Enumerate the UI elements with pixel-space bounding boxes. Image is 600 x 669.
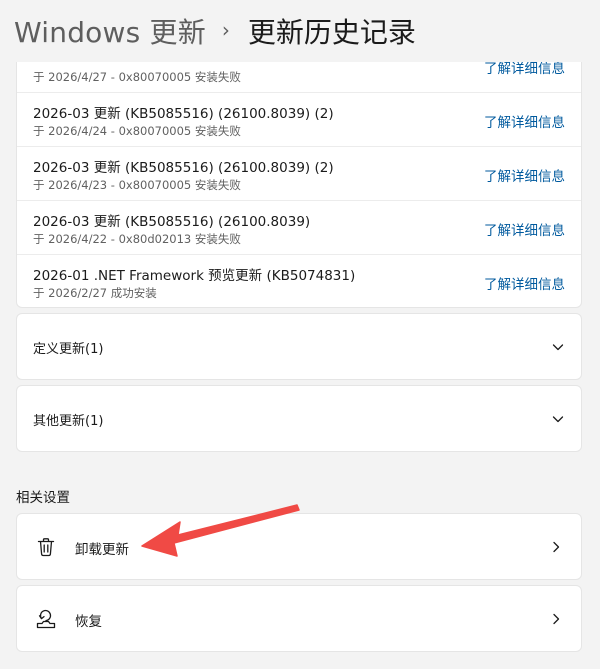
recovery-label: 恢复 [75,614,102,630]
other-updates-label: 其他更新(1) [33,414,104,429]
related-settings-title: 相关设置 [16,490,70,506]
history-item-title: 2026-03 更新 (KB5085516) (26100.8039) (2) [33,160,334,176]
chevron-right-icon [553,541,560,553]
other-updates-expander[interactable]: 其他更新(1) [16,385,582,452]
history-item-status: 于 2026/4/23 - 0x80070005 安装失败 [33,178,241,192]
learn-more-link[interactable]: 了解详细信息 [484,273,565,293]
history-item-status: 于 2026/4/27 - 0x80070005 安装失败 [33,70,241,84]
history-item-title: 2026-01 .NET Framework 预览更新 (KB5074831) [33,268,356,284]
history-item-title: 2026-03 更新 (KB5085516) (26100.8039) (2) [33,106,334,122]
definition-updates-expander[interactable]: 定义更新(1) [16,313,582,380]
chevron-down-icon [552,344,564,351]
history-item: 2026-03 更新 (KB5085516) (26100.8039) (2) … [17,93,581,147]
breadcrumb: Windows 更新 › 更新历史记录 [0,0,600,62]
history-item: 2026-01 .NET Framework 预览更新 (KB5074831) … [17,255,581,307]
learn-more-link[interactable]: 了解详细信息 [484,165,565,185]
recovery-icon [36,609,56,629]
history-item-title: 2026-03 更新 (KB5085516) (26100.8039) [33,214,311,230]
history-item-status: 于 2026/4/22 - 0x80d02013 安装失败 [33,232,241,246]
history-item-status: 于 2026/2/27 成功安装 [33,286,157,300]
history-item: 2026-03 更新 (KB5085516) (26100.8039) (2) … [17,147,581,201]
recovery-card[interactable]: 恢复 [16,585,582,652]
page-title: 更新历史记录 [247,16,416,49]
history-item: 2026-03 更新 (KB5085516) (26100.8039) 于 20… [17,201,581,255]
uninstall-updates-card[interactable]: 卸载更新 [16,513,582,580]
definition-updates-label: 定义更新(1) [33,342,104,357]
history-item-status: 于 2026/4/24 - 0x80070005 安装失败 [33,124,241,138]
learn-more-link[interactable]: 了解详细信息 [484,111,565,131]
chevron-down-icon [552,416,564,423]
learn-more-link[interactable]: 了解详细信息 [484,219,565,239]
trash-icon [37,538,55,557]
chevron-right-icon [553,613,560,625]
breadcrumb-windows-update[interactable]: Windows 更新 [14,11,206,51]
breadcrumb-separator: › [221,18,230,42]
uninstall-updates-label: 卸载更新 [75,542,129,558]
update-history-list: 于 2026/4/27 - 0x80070005 安装失败 了解详细信息 202… [16,38,582,308]
